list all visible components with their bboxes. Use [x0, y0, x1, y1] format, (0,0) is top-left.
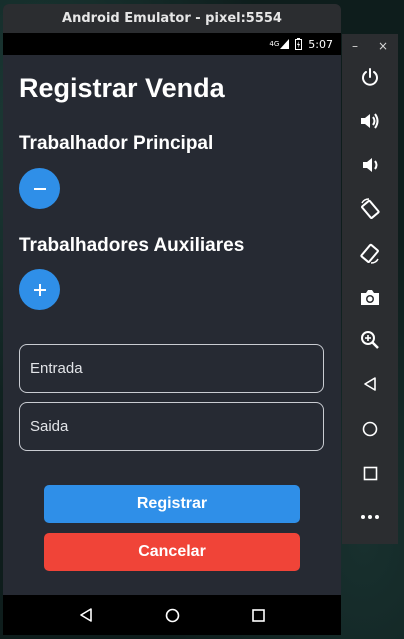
network-type: 4G	[269, 40, 280, 48]
volume-up-icon	[361, 113, 379, 129]
camera-icon	[361, 290, 379, 305]
home-button[interactable]	[342, 412, 398, 446]
remove-main-worker-button[interactable]	[19, 168, 60, 209]
overview-button[interactable]	[342, 456, 398, 490]
volume-down-button[interactable]	[342, 148, 398, 182]
zoom-button[interactable]	[342, 323, 398, 357]
minus-icon	[33, 187, 46, 190]
saida-placeholder: Saida	[30, 418, 69, 435]
window-title-bar[interactable]: Android Emulator - pixel:5554	[3, 4, 341, 33]
rotate-left-button[interactable]	[342, 192, 398, 226]
side-toolbar-header: – ×	[342, 34, 398, 58]
back-button[interactable]	[342, 367, 398, 401]
minimize-button[interactable]: –	[352, 39, 358, 53]
add-aux-worker-button[interactable]	[19, 269, 60, 310]
page-title: Registrar Venda	[19, 73, 225, 103]
android-status-bar: 4G 5:07	[3, 33, 341, 55]
entrada-field[interactable]: Entrada	[19, 344, 324, 393]
power-icon	[362, 68, 378, 86]
saida-field[interactable]: Saida	[19, 402, 324, 451]
rotate-right-icon	[360, 243, 379, 264]
more-icon	[361, 515, 379, 519]
volume-down-icon	[363, 158, 378, 172]
screenshot-button[interactable]	[342, 280, 398, 314]
power-button[interactable]	[342, 60, 398, 94]
rotate-right-button[interactable]	[342, 236, 398, 270]
nav-home-icon[interactable]	[165, 608, 180, 623]
volume-up-button[interactable]	[342, 104, 398, 138]
battery-icon	[295, 38, 303, 50]
window-title: Android Emulator - pixel:5554	[62, 11, 282, 26]
main-worker-heading: Trabalhador Principal	[19, 133, 214, 154]
emulator-window: Android Emulator - pixel:5554 4G 5:07 Re…	[3, 4, 341, 635]
android-nav-bar	[3, 595, 341, 635]
app-screen: Registrar Venda Trabalhador Principal Tr…	[3, 55, 341, 595]
back-icon	[364, 377, 376, 391]
register-button[interactable]: Registrar	[44, 485, 300, 523]
close-button[interactable]: ×	[378, 39, 388, 53]
cancel-button[interactable]: Cancelar	[44, 533, 300, 571]
nav-overview-icon[interactable]	[252, 608, 265, 622]
aux-workers-heading: Trabalhadores Auxiliares	[19, 235, 245, 256]
clock: 5:07	[308, 37, 333, 51]
nav-back-icon[interactable]	[79, 608, 93, 622]
entrada-placeholder: Entrada	[30, 360, 83, 377]
emulator-side-toolbar: – ×	[342, 34, 398, 544]
rotate-left-icon	[361, 198, 380, 219]
more-button[interactable]	[342, 500, 398, 534]
plus-icon	[33, 283, 46, 296]
signal-icon	[280, 39, 290, 49]
overview-icon	[363, 466, 377, 480]
home-icon	[362, 421, 378, 437]
network-indicator: 4G	[269, 39, 290, 49]
zoom-icon	[361, 331, 379, 349]
